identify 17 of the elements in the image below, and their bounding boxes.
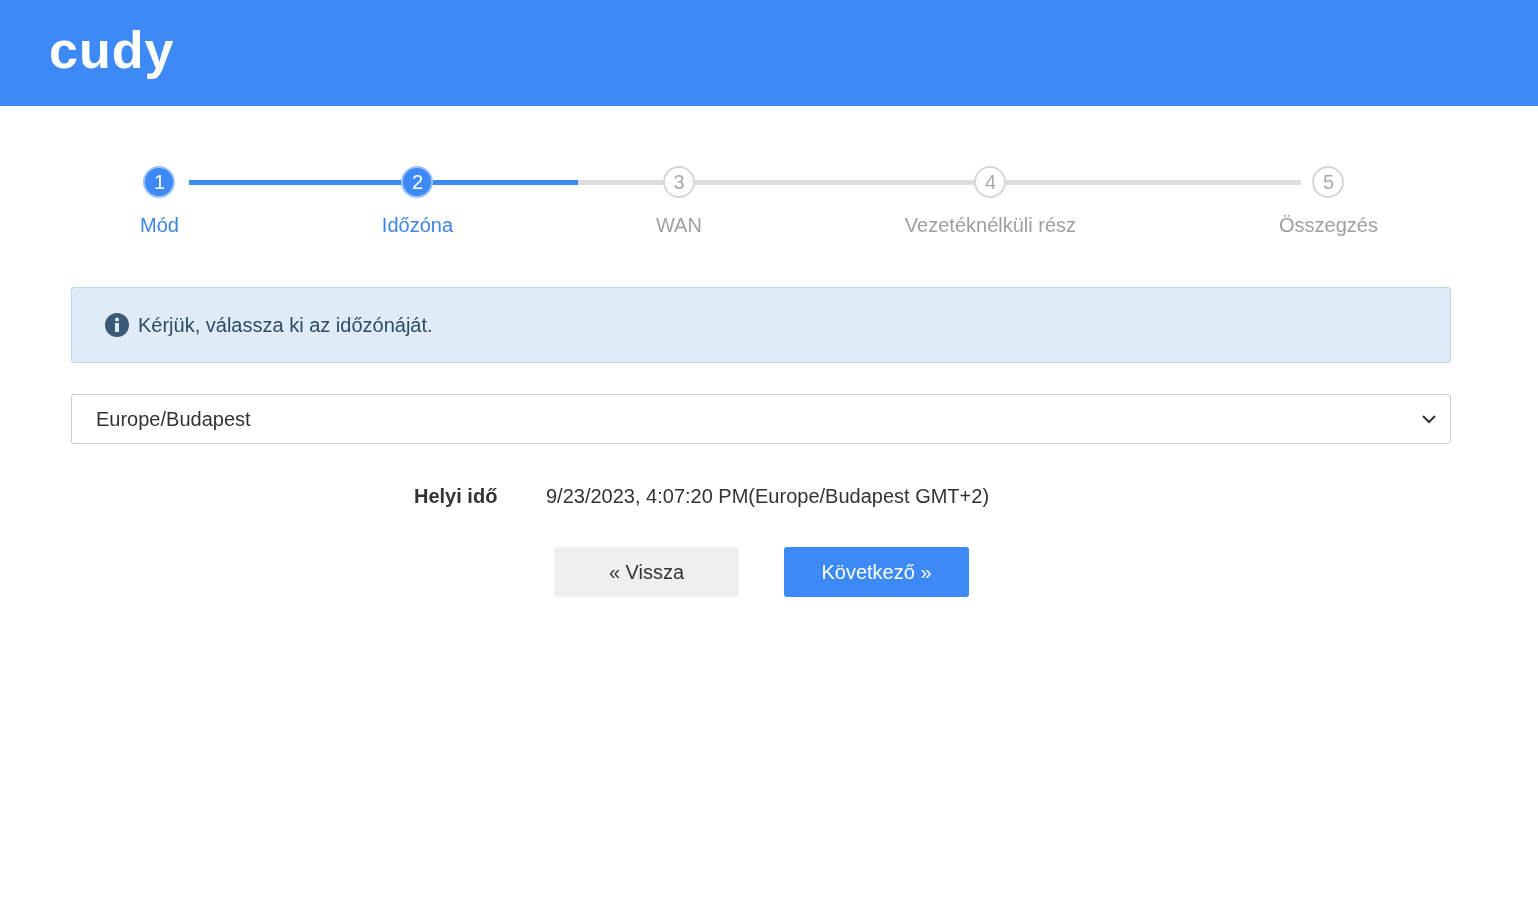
- step-label: Időzóna: [381, 213, 454, 238]
- step-label: Vezetéknélküli rész: [904, 213, 1077, 238]
- chevron-down-icon: [1422, 414, 1436, 424]
- alert-text: Kérjük, válassza ki az időzónáját.: [138, 313, 433, 338]
- timezone-select[interactable]: Europe/Budapest: [71, 394, 1451, 444]
- step-number: 3: [662, 166, 695, 198]
- step-number: 1: [143, 166, 176, 198]
- local-time-value: 9/23/2023, 4:07:20 PM(Europe/Budapest GMT+2): [546, 484, 990, 509]
- info-icon: [105, 313, 129, 337]
- local-time-label: Helyi idő: [414, 484, 499, 509]
- back-button[interactable]: « Vissza: [554, 547, 739, 597]
- step-label: Mód: [140, 213, 179, 238]
- step-number: 5: [1312, 166, 1345, 198]
- step-number: 2: [401, 166, 434, 198]
- step-label: Összegzés: [1279, 213, 1378, 238]
- step-label: WAN: [656, 213, 702, 238]
- step-number: 4: [974, 166, 1007, 198]
